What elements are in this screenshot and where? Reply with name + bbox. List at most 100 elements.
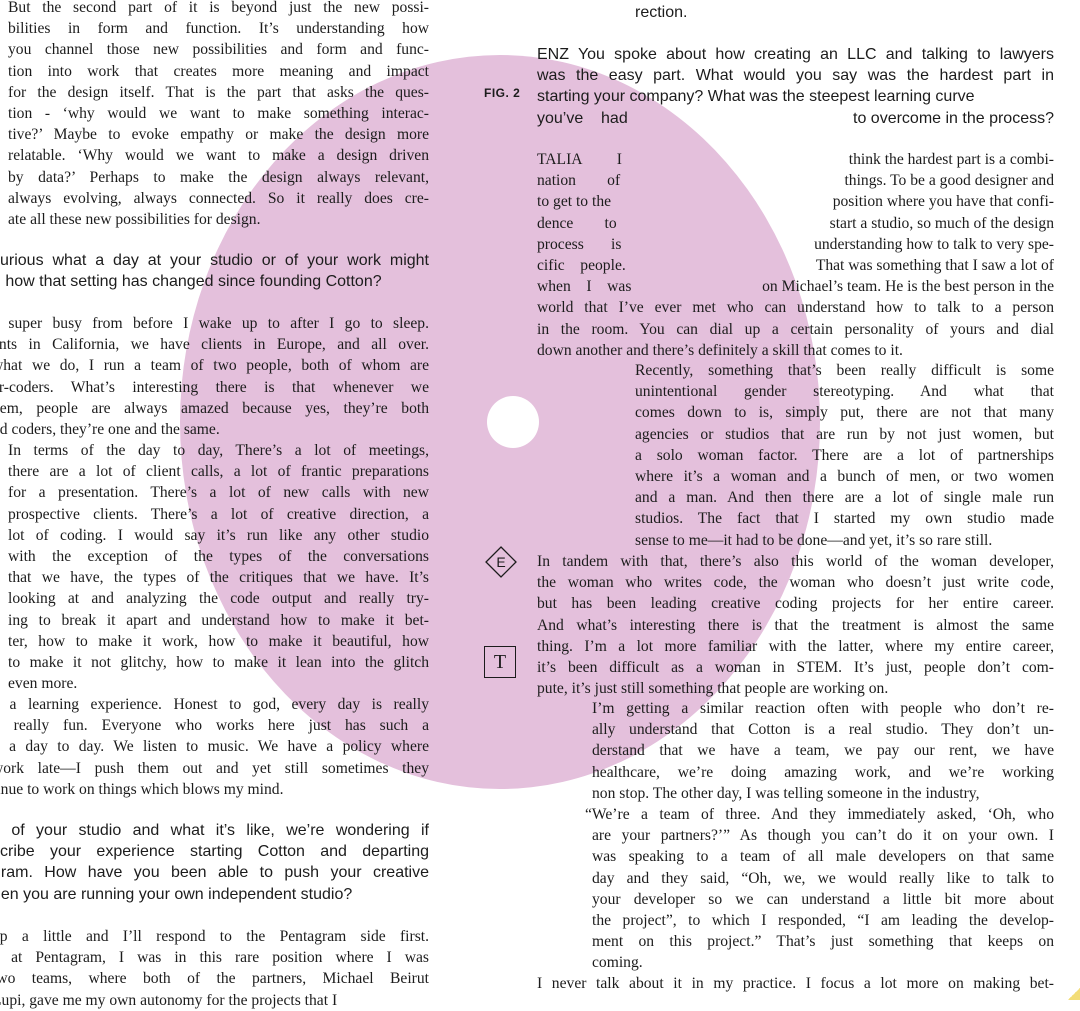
text-line: er-coders. What’s interesting there is t…: [0, 378, 429, 396]
talia-split-line: process is understanding how to talk to v…: [537, 234, 1054, 255]
text-line: Recently, something that’s been really d…: [635, 362, 1054, 379]
talia-split-left: TALIA I: [537, 151, 622, 168]
text-line: two teams, where both of the partners, M…: [0, 970, 429, 988]
talia-split-lines: TALIA I think the hardest part is a combi…: [537, 149, 1054, 297]
talia-split-line: nation of things. To be a good designer a…: [537, 170, 1054, 191]
text-line: day and they said, “Oh, we, we would rea…: [592, 869, 1054, 887]
text-line: tion - ‘why would we want to make someth…: [8, 105, 429, 123]
text-line: looking at and analyzing the code output…: [8, 590, 429, 608]
text-line: ally understand that Cotton is a real st…: [592, 721, 1054, 739]
question-lines: ENZ You spoke about how creating an LLC …: [537, 44, 1054, 108]
top-fragment: rection.: [635, 4, 688, 21]
diamond-marker-icon: E: [485, 546, 517, 578]
text-line: s super busy from before I wake up to af…: [0, 315, 429, 332]
text-line: non stop. The other day, I was telling s…: [592, 784, 980, 802]
text-line: agencies or studios that are run by not …: [635, 425, 1054, 443]
text-line: even more.: [8, 675, 78, 693]
disc-center-hole: [487, 396, 539, 448]
text-line: studios. The fact that I started my own …: [635, 510, 1054, 528]
question-line: starting your company? What was the stee…: [537, 88, 975, 106]
text-line: thing. I’m a lot more familiar with the …: [537, 637, 1054, 655]
text-line: lot of coding. I would say it’s run like…: [8, 526, 429, 544]
talia-split-left: when I was: [537, 278, 632, 296]
text-line: ing to break it apart and understand how…: [8, 611, 429, 629]
talia-split-right: on Michael’s team. He is the best person…: [762, 278, 1054, 296]
question-line: curious what a day at your studio or of …: [0, 252, 429, 269]
text-line: tion into work that creates more meaning…: [8, 62, 429, 80]
text-line: relatable. ‘Why would we want to make a …: [8, 147, 429, 165]
text-line: nd coders, they’re one and the same.: [0, 421, 220, 439]
talia-split-left: dence to: [537, 214, 617, 232]
text-line: coming.: [592, 954, 643, 972]
text-line: the woman who writes code, the woman who…: [537, 574, 1054, 592]
similar-lines: I’m getting a similar reaction often wit…: [537, 698, 1054, 804]
talia-split-left: nation of: [537, 172, 621, 190]
text-line: was speaking to a team of all male devel…: [592, 848, 1054, 866]
talia-split-line: to get to the position where you have tha…: [537, 191, 1054, 212]
text-line: bilities in form and function. It’s unde…: [8, 20, 429, 38]
talia-split-line: dence to start a studio, so much of the d…: [537, 213, 1054, 234]
text-line: hem, people are always amazed because ye…: [0, 399, 429, 417]
question-last-line: you’ve had to overcome in the process?: [537, 108, 1054, 129]
text-line: ter, how to make it work, how to make it…: [8, 632, 429, 650]
talia-split-right: That was something that I saw a lot of: [815, 256, 1054, 274]
talia-split-right: position where you have that confi-: [832, 193, 1054, 211]
text-line: In tandem with that, there’s also this w…: [537, 553, 1054, 570]
text-line: comes down to is, simply put, there are …: [635, 404, 1054, 422]
text-line: tinue to work on things which blows my m…: [0, 780, 284, 798]
text-line: derstand that we have a team, we pay our…: [592, 742, 1054, 760]
question-line: ENZ You spoke about how creating an LLC …: [537, 46, 1054, 63]
text-line: tive?’ Maybe to evoke empathy or make th…: [8, 126, 429, 144]
text-line: prospective clients. There’s a lot of cr…: [8, 505, 429, 523]
talia-split-right: start a studio, so much of the design: [829, 214, 1054, 232]
similar-tail-lines: are your partners?’” As though you can’t…: [537, 825, 1054, 973]
text-line: But the second part of it is beyond just…: [8, 0, 429, 16]
text-line: Lupi, gave me my own autonomy for the pr…: [0, 991, 338, 1009]
talia-split-left: cific people.: [537, 256, 626, 274]
talia-split-line: cific people. That was something that I s…: [537, 255, 1054, 276]
talia-split-left: process is: [537, 235, 622, 253]
text-line: And what’s interesting there is that the…: [537, 616, 1054, 634]
text-line: s at Pentagram, I was in this rare posit…: [0, 949, 429, 967]
corner-accent: [1068, 988, 1080, 1000]
question-last-right: to overcome in the process?: [853, 109, 1054, 127]
talia-split-line: TALIA I think the hardest part is a combi…: [537, 149, 1054, 170]
text-line: world that I’ve ever met who can underst…: [537, 299, 1054, 317]
text-line: healthcare, we’re doing amazing work, an…: [592, 763, 1054, 781]
text-line: up a little and I’ll respond to the Pent…: [0, 928, 429, 945]
question-starting-cotton: c of your studio and what it’s like, we’…: [0, 820, 429, 905]
figure-label: FIG. 2: [484, 86, 521, 100]
text-line: and a man. And then there are a lot of s…: [635, 489, 1054, 507]
text-line: a solo woman factor. There are a lot of …: [635, 446, 1054, 464]
text-line: your developer so we can understand a li…: [592, 890, 1054, 908]
text-line: ents in California, we have clients in E…: [0, 336, 429, 354]
text-line: always evolving, always connected. So it…: [8, 189, 429, 207]
text-line: work late—I push them out and yet still …: [0, 759, 429, 777]
question-last-left: you’ve had: [537, 109, 628, 127]
text-line: ment on this project.” That’s just somet…: [592, 933, 1054, 951]
intro-paragraph: But the second part of it is beyond just…: [8, 0, 429, 230]
question-line: gram. How have you been able to push you…: [0, 864, 429, 882]
tandem-paragraph: In tandem with that, there’s also this w…: [537, 551, 1054, 699]
final-line: I never talk about it in my practice. I …: [537, 975, 1054, 992]
question-hardest-part: ENZ You spoke about how creating an LLC …: [537, 44, 1054, 129]
talia-split-right: understanding how to talk to very spe-: [814, 235, 1054, 253]
question-line: scribe your experience starting Cotton a…: [0, 843, 429, 861]
text-line: pute, it’s just still something that peo…: [537, 680, 889, 698]
text-line: sense to me—it had to be done—and yet, i…: [635, 531, 993, 549]
recently-paragraph: Recently, something that’s been really d…: [537, 360, 1054, 551]
text-line: where it’s a woman and a bunch of men, o…: [635, 468, 1054, 486]
talia-split-right: think the hardest part is a combi-: [848, 151, 1054, 168]
text-line: with the exception of the types of the c…: [8, 548, 429, 566]
question-line: hen you are running your own independent…: [0, 885, 353, 903]
question-line: c of your studio and what it’s like, we’…: [0, 822, 429, 839]
text-line: by data?’ Perhaps to make the design alw…: [8, 168, 429, 186]
quote-line: “We’re a team of three. And they immedia…: [585, 806, 1054, 824]
text-line: in the room. You can dial up a certain p…: [537, 320, 1054, 338]
question-day-at-studio: curious what a day at your studio or of …: [0, 250, 429, 292]
talia-split-line: when I was on Michael’s team. He is the b…: [537, 276, 1054, 297]
talia-answer: TALIA I think the hardest part is a combi…: [537, 149, 1054, 361]
box-letter: T: [493, 650, 507, 673]
text-line: what we do, I run a team of two people, …: [0, 357, 429, 375]
text-line: for the design itself. That is the part …: [8, 83, 429, 101]
